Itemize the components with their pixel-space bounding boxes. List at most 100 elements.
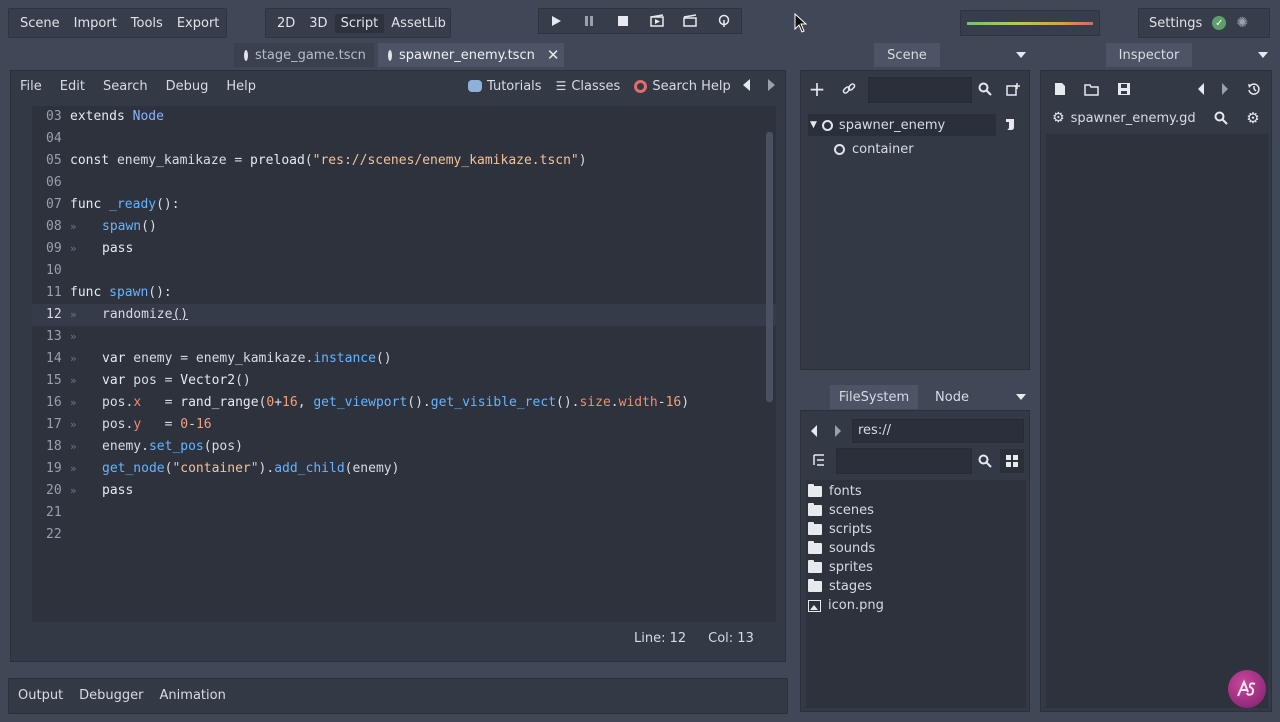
dock-menu-icon[interactable]: [1016, 48, 1026, 63]
code-line: 16» pos.x = rand_range(0+16, get_viewport…: [46, 395, 690, 410]
workspace-assetlib[interactable]: AssetLib: [384, 16, 453, 31]
collapse-arrow-icon[interactable]: ▼: [810, 120, 817, 130]
scene-tree-root[interactable]: ▼ spawner_enemy: [808, 114, 996, 136]
fs-back-icon[interactable]: [810, 424, 818, 442]
tutorials-button[interactable]: Tutorials: [468, 79, 542, 94]
script-menu-search[interactable]: Search: [103, 79, 148, 94]
script-menu-debug[interactable]: Debug: [166, 79, 209, 94]
tab-node[interactable]: Node: [924, 385, 980, 409]
node-tab-label: Node: [935, 389, 969, 405]
tab-output[interactable]: Output: [18, 688, 63, 703]
code-line: 19» get_node("container").add_child(enemy…: [46, 461, 400, 476]
folder-icon: [808, 579, 822, 592]
code-line: 13»: [46, 329, 77, 344]
workspace-3d[interactable]: 3D: [302, 16, 334, 31]
scene-root-label: spawner_enemy: [838, 117, 946, 133]
fs-item-folder[interactable]: stages: [808, 577, 872, 596]
fs-item-folder[interactable]: sprites: [808, 558, 873, 577]
menu-export[interactable]: Export: [170, 16, 227, 31]
play-controls: [538, 8, 742, 34]
tab-filesystem[interactable]: FileSystem: [830, 385, 918, 409]
code-line: 22: [46, 527, 62, 542]
code-scrollbar[interactable]: [766, 132, 773, 402]
grid-view-icon[interactable]: [1000, 449, 1024, 473]
user-avatar[interactable]: [1228, 670, 1266, 708]
fs-item-folder[interactable]: sounds: [808, 539, 875, 558]
save-icon[interactable]: [1115, 80, 1133, 98]
code-line: 10: [46, 263, 62, 278]
scene-filter-input[interactable]: [868, 77, 972, 103]
add-node-icon[interactable]: +: [808, 77, 826, 101]
code-line: 06: [46, 175, 62, 190]
fs-path-value: res://: [858, 423, 891, 438]
script-menu-edit[interactable]: Edit: [60, 79, 85, 94]
scene-tree-child[interactable]: container: [834, 138, 914, 160]
workspace-2d[interactable]: 2D: [270, 16, 302, 31]
scene-tab-spawner-enemy[interactable]: spawner_enemy.tscn ✕: [378, 43, 564, 67]
history-back-icon[interactable]: [1197, 82, 1205, 100]
script-menu-help[interactable]: Help: [226, 79, 256, 94]
workspace-switcher: 2D 3D Script AssetLib: [265, 8, 451, 38]
code-line: 18» enemy.set_pos(pos): [46, 439, 243, 454]
menu-tools[interactable]: Tools: [124, 16, 170, 31]
script-help-bar: Tutorials ☰ Classes Search Help: [468, 76, 731, 96]
node-circle-icon: [388, 49, 392, 61]
fs-item-folder[interactable]: scenes: [808, 501, 874, 520]
inspector-settings-icon[interactable]: ⚙: [1244, 109, 1262, 127]
split-view-icon[interactable]: [810, 451, 828, 469]
node-circle-icon: [244, 49, 248, 61]
fs-item-folder[interactable]: fonts: [808, 482, 862, 501]
script-menu-file[interactable]: File: [20, 79, 42, 94]
remote-debug-icon[interactable]: [716, 13, 732, 29]
close-icon[interactable]: ✕: [547, 46, 560, 64]
fs-item-label: scenes: [829, 503, 874, 518]
link-icon[interactable]: [840, 80, 858, 98]
menu-scene[interactable]: Scene: [13, 16, 67, 31]
tab-inspector[interactable]: Inspector: [1106, 43, 1192, 67]
search-icon[interactable]: [976, 80, 994, 98]
scene-tab-stage-game[interactable]: stage_game.tscn: [234, 43, 374, 67]
instance-scene-icon[interactable]: [1004, 80, 1022, 98]
fs-search-input[interactable]: [836, 448, 972, 474]
bottom-tabs: Output Debugger Animation: [18, 688, 226, 703]
tab-scene[interactable]: Scene: [874, 43, 940, 67]
nav-forward-icon[interactable]: [766, 78, 776, 96]
stop-icon[interactable]: [615, 13, 631, 29]
new-resource-icon[interactable]: [1051, 80, 1069, 98]
history-forward-icon[interactable]: [1221, 82, 1229, 100]
script-menu-bar: File Edit Search Debug Help: [20, 76, 256, 96]
scene-child-label: container: [852, 141, 914, 157]
script-attached-icon[interactable]: [1001, 115, 1019, 133]
workspace-script[interactable]: Script: [334, 13, 385, 33]
folder-icon: [808, 484, 822, 497]
nav-back-icon[interactable]: [742, 78, 752, 96]
fs-item-label: sprites: [829, 560, 873, 575]
check-icon: ✓: [1212, 16, 1227, 30]
folder-icon: [808, 522, 822, 535]
fs-search-icon[interactable]: [976, 452, 994, 470]
fs-path-input[interactable]: res://: [852, 419, 1024, 443]
open-folder-icon[interactable]: [1083, 80, 1101, 98]
search-help-button[interactable]: Search Help: [634, 79, 731, 94]
play-scene-icon[interactable]: [649, 13, 665, 29]
play-custom-scene-icon[interactable]: [682, 13, 698, 29]
settings-button[interactable]: Settings: [1149, 16, 1202, 31]
fs-forward-icon[interactable]: [834, 424, 842, 442]
fs-item-folder[interactable]: scripts: [808, 520, 872, 539]
history-icon[interactable]: [1245, 80, 1263, 98]
fs-item-label: stages: [829, 579, 872, 594]
inspector-resource[interactable]: ⚙ spawner_enemy.gd: [1052, 110, 1196, 126]
play-icon[interactable]: [548, 13, 564, 29]
inspector-menu-icon[interactable]: [1258, 48, 1268, 63]
fs-item-label: scripts: [829, 522, 872, 537]
pause-icon[interactable]: [581, 13, 597, 29]
classes-button[interactable]: ☰ Classes: [556, 79, 621, 94]
tab-debugger[interactable]: Debugger: [79, 688, 143, 703]
inspector-search-icon[interactable]: [1212, 109, 1230, 127]
tutorials-label: Tutorials: [487, 78, 542, 94]
fs-item-file[interactable]: icon.png: [808, 596, 884, 615]
code-editor[interactable]: 03 extends Node 04 05 const enemy_kamikaze…: [32, 106, 776, 622]
tab-animation[interactable]: Animation: [160, 688, 226, 703]
menu-import[interactable]: Import: [67, 16, 124, 31]
filesystem-menu-icon[interactable]: [1016, 390, 1026, 405]
